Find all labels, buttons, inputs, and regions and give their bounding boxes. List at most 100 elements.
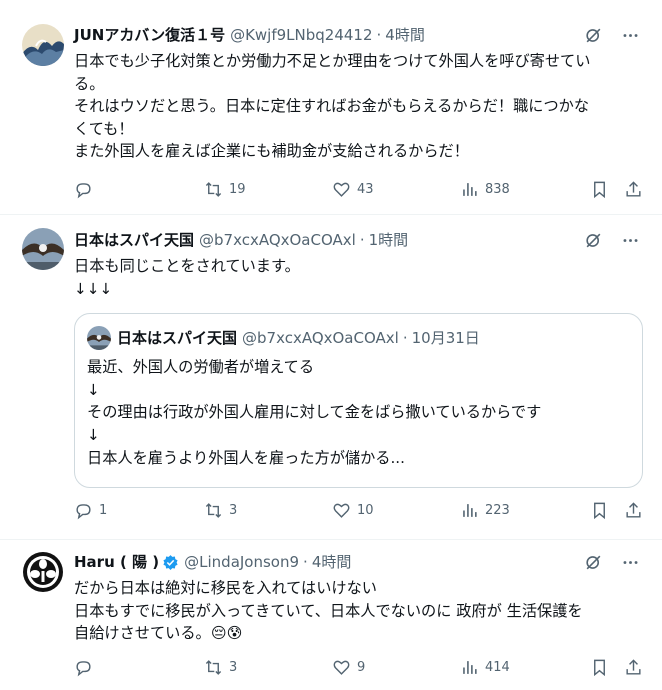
heart-icon	[333, 182, 350, 197]
display-name[interactable]: Haru ( 陽 )	[74, 552, 159, 572]
tweet-actions: 3 9 414	[74, 658, 642, 678]
view-count: 223	[485, 503, 510, 518]
family-crest-avatar-image	[22, 551, 64, 593]
quoted-tweet[interactable]: 日本はスパイ天国 @b7xcxAQxOaCOAxl · 10月31日 最近、外国…	[74, 313, 643, 488]
like-button[interactable]: 43	[332, 180, 374, 199]
timestamp[interactable]: 4時間	[385, 25, 425, 45]
heart-icon	[333, 503, 350, 518]
avatar[interactable]	[22, 228, 64, 270]
user-handle[interactable]: @Kwjf9LNbq24412	[230, 25, 372, 45]
quoted-timestamp: 10月31日	[411, 329, 480, 347]
bookmark-button[interactable]	[590, 180, 609, 199]
avatar[interactable]	[22, 551, 64, 593]
like-count: 9	[357, 660, 366, 675]
text-line: ↓↓↓	[74, 279, 113, 298]
share-icon	[626, 502, 641, 518]
views-chart-icon	[463, 183, 477, 196]
text-line: また外国人を雇えば企業にも補助金が支給されるからだ！	[74, 142, 469, 160]
display-name[interactable]: 日本はスパイ天国	[74, 230, 194, 250]
tweet-header: Haru ( 陽 ) @LindaJonson9 · 4時間	[74, 552, 602, 572]
wave-artwork-avatar-image	[22, 24, 64, 66]
avatar[interactable]	[22, 24, 64, 66]
eagle-avatar-image	[22, 228, 64, 270]
view-count: 838	[485, 182, 510, 197]
verified-badge-icon	[163, 554, 178, 570]
grok-icon[interactable]	[584, 553, 603, 572]
views-button[interactable]: 223	[460, 501, 510, 520]
like-button[interactable]: 10	[332, 501, 374, 520]
timeline-feed: JUNアカバン復活１号 @Kwjf9LNbq24412 · 4時間 日本でも少子…	[0, 0, 662, 690]
more-options-icon[interactable]	[621, 231, 640, 250]
separator-dot: ·	[303, 553, 308, 571]
reply-button[interactable]	[74, 180, 99, 199]
views-button[interactable]: 414	[460, 658, 510, 677]
share-icon	[626, 659, 641, 675]
grok-icon[interactable]	[584, 231, 603, 250]
like-button[interactable]: 9	[332, 658, 365, 677]
quoted-tweet-header: 日本はスパイ天国 @b7xcxAQxOaCOAxl · 10月31日	[87, 326, 480, 350]
bookmark-button[interactable]	[590, 501, 609, 520]
timestamp[interactable]: 4時間	[312, 552, 352, 572]
timestamp[interactable]: 1時間	[369, 230, 409, 250]
tweet-text: 日本でも少子化対策とか労働力不足とか理由をつけて外国人を呼び寄せてい る。 それ…	[74, 50, 642, 163]
views-chart-icon	[463, 504, 477, 517]
share-icon	[626, 181, 641, 197]
text-line: 日本も同じことをされています。	[74, 257, 300, 275]
tweet-actions: 19 43 838	[74, 180, 642, 200]
bookmark-icon	[594, 659, 605, 677]
share-button[interactable]	[624, 658, 643, 677]
tweet[interactable]: Haru ( 陽 ) @LindaJonson9 · 4時間 だから日本は絶対に…	[0, 540, 662, 690]
text-line: ↓	[87, 380, 100, 399]
display-name[interactable]: JUNアカバン復活１号	[74, 25, 225, 45]
text-line: ↓	[87, 426, 100, 445]
reply-icon	[76, 183, 91, 199]
bookmark-button[interactable]	[590, 658, 609, 677]
text-line: る。	[74, 74, 105, 93]
quoted-display-name: 日本はスパイ天国	[117, 329, 238, 347]
reply-button[interactable]	[74, 658, 99, 677]
tweet-text: 日本も同じことをされています。 ↓↓↓	[74, 255, 642, 300]
more-options-icon[interactable]	[621, 26, 640, 45]
views-button[interactable]: 838	[460, 180, 510, 199]
bookmark-icon	[594, 502, 605, 520]
repost-button[interactable]: 19	[204, 180, 246, 199]
tweet-top-icons	[584, 231, 640, 250]
share-button[interactable]	[624, 501, 643, 520]
repost-icon	[205, 503, 222, 518]
quoted-avatar	[87, 326, 111, 350]
separator-dot: ·	[376, 26, 382, 44]
bookmark-icon	[594, 181, 605, 199]
repost-button[interactable]: 3	[204, 658, 237, 677]
tweet-header: 日本はスパイ天国 @b7xcxAQxOaCOAxl · 1時間	[74, 230, 602, 250]
text-line: くても！	[74, 119, 134, 138]
like-count: 43	[357, 182, 374, 197]
user-handle[interactable]: @LindaJonson9	[184, 552, 299, 572]
tweet[interactable]: 日本はスパイ天国 @b7xcxAQxOaCOAxl · 1時間 日本も同じことを…	[0, 215, 662, 540]
reply-button[interactable]: 1	[74, 501, 107, 520]
user-handle[interactable]: @b7xcxAQxOaCOAxl	[199, 230, 356, 250]
tweet[interactable]: JUNアカバン復活１号 @Kwjf9LNbq24412 · 4時間 日本でも少子…	[0, 0, 662, 215]
text-line: だから日本は絶対に移民を入れてはいけない	[74, 579, 377, 597]
tweet-top-icons	[584, 26, 640, 45]
view-count: 414	[485, 660, 510, 675]
tweet-header: JUNアカバン復活１号 @Kwjf9LNbq24412 · 4時間	[74, 25, 602, 45]
text-line: その理由は行政が外国人雇用に対して金をばら撒いているからです	[87, 403, 542, 422]
eagle-avatar-image	[87, 326, 111, 350]
views-chart-icon	[463, 661, 477, 674]
text-line: 日本でも少子化対策とか労働力不足とか理由をつけて外国人を呼び寄せてい	[74, 52, 591, 70]
text-line: 日本人を雇うより外国人を雇った方が儲かる...	[87, 448, 405, 467]
repost-count: 19	[229, 182, 246, 197]
repost-button[interactable]: 3	[204, 501, 237, 520]
share-button[interactable]	[624, 180, 643, 199]
text-line: 日本もすでに移民が入ってきていて、日本人でないのに 政府が 生活保護を	[74, 601, 583, 620]
separator-dot: ·	[402, 329, 408, 347]
text-line: 自給けさせている。😔😰	[74, 624, 243, 642]
repost-icon	[205, 182, 222, 197]
tweet-actions: 1 3 10 223	[74, 501, 642, 521]
tweet-top-icons	[584, 553, 640, 572]
more-options-icon[interactable]	[621, 553, 640, 572]
grok-icon[interactable]	[584, 26, 603, 45]
text-line: 最近、外国人の労働者が増えてる	[87, 358, 315, 376]
reply-count: 1	[99, 503, 108, 518]
reply-icon	[76, 504, 91, 520]
